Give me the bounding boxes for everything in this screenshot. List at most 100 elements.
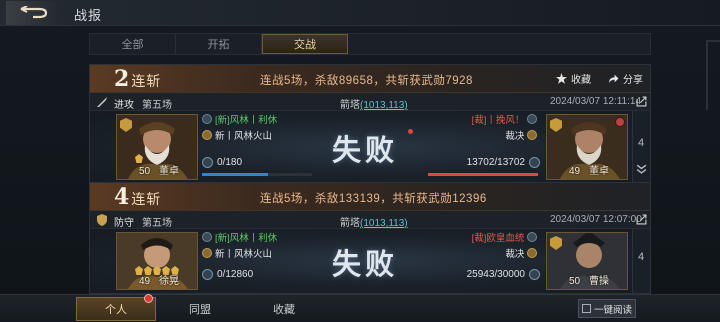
streak-label: 连斩 xyxy=(131,191,162,207)
battle-detail: 50 董卓 [新]风林丨利休 新丨风林火山 0/180 失败 [裁]丨挽风！ 裁… xyxy=(90,111,650,183)
tab-favorites[interactable]: 收藏 xyxy=(244,297,324,321)
defender-troop-count: 25943/30000 xyxy=(466,269,525,280)
alliance-icon xyxy=(527,232,537,242)
streak: 2 连斩 xyxy=(114,66,161,92)
header-bar: 战报 xyxy=(0,0,720,26)
attacker-troops: 0/12860 xyxy=(202,269,253,280)
general-name: 董卓 xyxy=(589,166,609,177)
attacker-troops: 0/180 xyxy=(202,157,242,168)
enemy-guild: [裁]欧皇血统 xyxy=(471,233,525,244)
alliance-icon xyxy=(202,114,212,124)
favorite-label: 收藏 xyxy=(571,75,591,86)
streak-count: 4 xyxy=(114,184,130,210)
attacker-troop-count: 0/180 xyxy=(217,157,243,168)
battle-round: 第五场 xyxy=(142,218,172,229)
tab-personal-label: 个人 xyxy=(105,304,127,316)
defender-portrait[interactable]: 50 曹操 xyxy=(546,232,628,290)
expand-column[interactable]: 4 xyxy=(632,111,650,183)
player-icon xyxy=(202,248,212,258)
battle-summary: 连战5场，杀敌133139，共斩获武勋12396 xyxy=(260,193,487,205)
defender-troop-bar xyxy=(428,173,538,176)
player-icon xyxy=(202,130,212,140)
generals-count: 4 xyxy=(638,251,645,263)
back-button[interactable] xyxy=(6,1,62,25)
export-icon[interactable] xyxy=(636,96,647,107)
tab-all[interactable]: 全部 xyxy=(90,34,176,54)
battle-time: 2024/03/07 12:11:14 xyxy=(550,96,642,107)
page-title: 战报 xyxy=(74,8,103,23)
attacker-troop-fill xyxy=(202,173,268,176)
enemy-role: 裁决 xyxy=(505,249,525,260)
report-card-header: 4 连斩 连战5场，杀敌133139，共斩获武勋12396 xyxy=(90,183,650,211)
troop-flag-icon xyxy=(529,157,540,168)
attacker-portrait[interactable]: 50 董卓 xyxy=(116,114,198,180)
location-name: 箭塔 xyxy=(340,100,360,111)
attacker-guild: [新]风林丨利休 xyxy=(215,115,278,126)
general-name: 徐晃 xyxy=(159,276,179,287)
tab-personal[interactable]: 个人 xyxy=(76,294,156,321)
general-name: 董卓 xyxy=(159,166,179,177)
battle-time: 2024/03/07 12:07:00 xyxy=(550,214,642,225)
report-card[interactable]: 2 连斩 连战5场，杀敌89658，共斩获武勋7928 收藏 分享 进攻 第五场… xyxy=(89,64,651,184)
alliance-icon xyxy=(527,114,537,124)
share-button[interactable]: 分享 xyxy=(608,71,643,86)
favorite-button[interactable]: 收藏 xyxy=(556,71,591,86)
attacker-info: [新]风林丨利休 新丨风林火山 xyxy=(202,113,277,145)
streak: 4 连斩 xyxy=(114,184,161,210)
attacker-portrait[interactable]: 49 徐晃 xyxy=(116,232,198,290)
rank-stars xyxy=(135,154,143,163)
battle-summary: 连战5场，杀敌89658，共斩获武勋7928 xyxy=(260,75,473,87)
notification-badge xyxy=(144,294,153,303)
attacker-info: [新]风林丨利休 新丨风林火山 xyxy=(202,231,277,263)
defender-info: [裁]丨挽风！ 裁决 xyxy=(472,113,540,145)
battle-location: 箭塔(1013,113) xyxy=(340,96,408,111)
star-icon xyxy=(556,73,567,84)
side-frame-decoration xyxy=(706,40,720,110)
battle-round: 第五场 xyxy=(142,100,172,111)
defender-troops: 25943/30000 xyxy=(467,269,540,280)
one-key-read-label: 一键阅读 xyxy=(593,304,632,316)
report-subline: 进攻 第五场 箭塔(1013,113) 2024/03/07 12:11:14 xyxy=(90,93,650,111)
expand-column[interactable]: 4 xyxy=(632,229,650,293)
export-icon[interactable] xyxy=(636,214,647,225)
alliance-icon xyxy=(202,232,212,242)
generals-count: 4 xyxy=(638,137,645,149)
location-name: 箭塔 xyxy=(340,218,360,229)
battle-detail: 49 徐晃 [新]风林丨利休 新丨风林火山 0/12860 失败 [裁]欧皇血统… xyxy=(90,229,650,293)
streak-count: 2 xyxy=(114,66,130,92)
general-level: 49 xyxy=(569,166,581,177)
general-level: 49 xyxy=(139,276,151,287)
report-card[interactable]: 4 连斩 连战5场，杀敌133139，共斩获武勋12396 防守 第五场 箭塔(… xyxy=(89,182,651,294)
share-label: 分享 xyxy=(623,75,643,86)
enemy-marker-icon xyxy=(615,117,625,127)
location-coords-link[interactable]: (1013,113) xyxy=(360,218,408,229)
attacker-role: 新丨风林火山 xyxy=(215,131,273,142)
tab-explore[interactable]: 开拓 xyxy=(176,34,262,54)
general-level: 50 xyxy=(139,166,151,177)
troop-flag-icon xyxy=(202,157,213,168)
tab-alliance[interactable]: 同盟 xyxy=(160,297,240,321)
general-level: 50 xyxy=(569,276,581,287)
battle-mode: 防守 xyxy=(114,218,134,229)
tab-battle[interactable]: 交战 xyxy=(262,34,348,54)
defender-info: [裁]欧皇血统 裁决 xyxy=(472,231,540,263)
general-name: 曹操 xyxy=(589,276,609,287)
defender-side-role: 新丨风林火山 xyxy=(215,249,273,260)
defender-portrait[interactable]: 49 董卓 xyxy=(546,114,628,180)
share-icon xyxy=(609,74,619,83)
defender-troops: 13702/13702 xyxy=(467,157,540,168)
one-key-read-button[interactable]: 一键阅读 xyxy=(578,299,636,318)
attack-sword-icon xyxy=(97,97,107,107)
troop-flag-icon xyxy=(202,269,213,280)
defender-side-guild: [新]风林丨利休 xyxy=(215,233,278,244)
defense-shield-icon xyxy=(97,214,107,226)
report-subline: 防守 第五场 箭塔(1013,113) 2024/03/07 12:07:00 xyxy=(90,211,650,229)
report-tabs: 全部 开拓 交战 xyxy=(89,33,651,55)
attacker-troop-count: 0/12860 xyxy=(217,269,254,280)
troop-flag-icon xyxy=(529,269,540,280)
checkbox-icon xyxy=(581,304,591,313)
battle-location: 箭塔(1013,113) xyxy=(340,214,408,229)
player-icon xyxy=(527,130,537,140)
defender-troop-count: 13702/13702 xyxy=(466,157,525,168)
location-coords-link[interactable]: (1013,113) xyxy=(360,100,408,111)
